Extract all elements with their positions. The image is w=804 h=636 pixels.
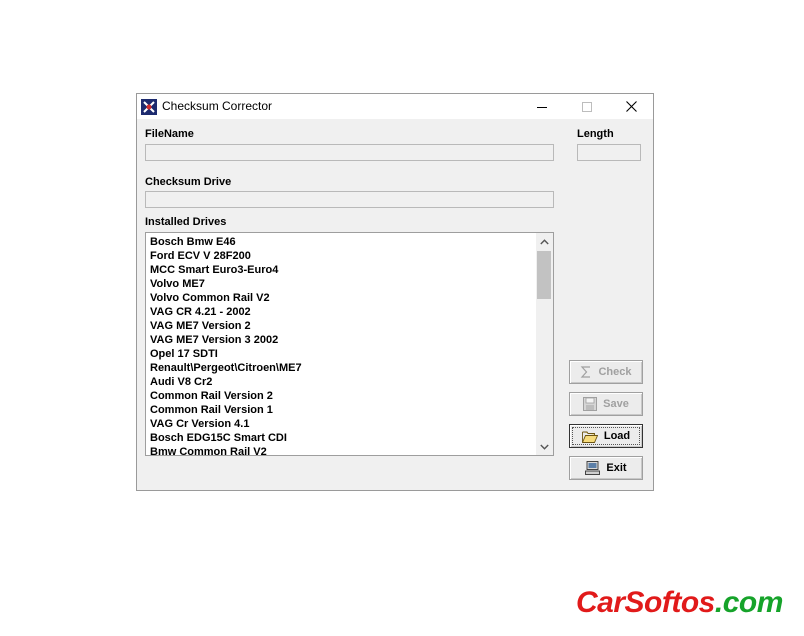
list-item[interactable]: VAG Cr Version 4.1 xyxy=(150,417,537,431)
minimize-icon xyxy=(536,106,547,108)
list-item[interactable]: VAG ME7 Version 2 xyxy=(150,319,537,333)
drive-list-items: Bosch Bmw E46 Ford ECV V 28F200 MCC Smart … xyxy=(146,233,537,455)
check-button[interactable]: Check xyxy=(569,360,643,384)
list-item[interactable]: Bosch EDG15C Smart CDI xyxy=(150,431,537,445)
floppy-disk-icon xyxy=(583,397,598,411)
checksum-drive-label: Checksum Drive xyxy=(145,176,232,188)
load-button-label: Load xyxy=(603,430,631,442)
app-icon xyxy=(141,99,157,115)
list-item[interactable]: Bmw Common Rail V2 xyxy=(150,445,537,455)
scroll-down-button[interactable] xyxy=(536,438,553,455)
list-item[interactable]: Ford ECV V 28F200 xyxy=(150,249,537,263)
list-item[interactable]: Common Rail Version 1 xyxy=(150,403,537,417)
chevron-down-icon xyxy=(540,444,549,450)
checksum-corrector-window: Checksum Corrector FileName Length Check… xyxy=(136,93,654,491)
list-item[interactable]: Audi V8 Cr2 xyxy=(150,375,537,389)
window-title: Checksum Corrector xyxy=(162,99,273,113)
length-field[interactable] xyxy=(577,144,641,161)
computer-icon xyxy=(585,461,601,475)
save-button-label: Save xyxy=(603,398,629,410)
list-item[interactable]: Volvo Common Rail V2 xyxy=(150,291,537,305)
open-folder-icon xyxy=(581,430,598,443)
save-button[interactable]: Save xyxy=(569,392,643,416)
checksum-drive-field[interactable] xyxy=(145,191,554,208)
minimize-button[interactable] xyxy=(519,94,564,119)
watermark-tld-text: .com xyxy=(714,586,784,619)
list-item[interactable]: VAG CR 4.21 - 2002 xyxy=(150,305,537,319)
filename-field[interactable] xyxy=(145,144,554,161)
chevron-up-icon xyxy=(540,238,549,244)
watermark-logo: CarSoftos.com xyxy=(576,586,783,620)
title-bar[interactable]: Checksum Corrector xyxy=(137,94,653,119)
scroll-thumb[interactable] xyxy=(537,251,551,299)
list-item[interactable]: Renault\Pergeot\Citroen\ME7 xyxy=(150,361,537,375)
list-item[interactable]: Opel 17 SDTI xyxy=(150,347,537,361)
close-icon xyxy=(626,101,637,112)
exit-button-label: Exit xyxy=(606,462,627,474)
list-item[interactable]: Volvo ME7 xyxy=(150,277,537,291)
close-button[interactable] xyxy=(609,94,654,119)
list-item[interactable]: VAG ME7 Version 3 2002 xyxy=(150,333,537,347)
vertical-scrollbar[interactable] xyxy=(536,233,553,455)
watermark-main-text: CarSoftos xyxy=(576,586,715,619)
scroll-up-button[interactable] xyxy=(536,233,553,250)
list-item[interactable]: Bosch Bmw E46 xyxy=(150,235,537,249)
load-button[interactable]: Load xyxy=(569,424,643,448)
installed-drives-list[interactable]: Bosch Bmw E46 Ford ECV V 28F200 MCC Smart … xyxy=(145,232,554,456)
sigma-icon xyxy=(580,366,592,378)
list-item[interactable]: MCC Smart Euro3-Euro4 xyxy=(150,263,537,277)
filename-label: FileName xyxy=(145,128,194,140)
maximize-icon xyxy=(581,101,592,112)
maximize-button[interactable] xyxy=(564,94,609,119)
length-label: Length xyxy=(577,128,614,140)
list-item[interactable]: Common Rail Version 2 xyxy=(150,389,537,403)
check-button-label: Check xyxy=(598,366,632,378)
installed-drives-label: Installed Drives xyxy=(145,216,227,228)
exit-button[interactable]: Exit xyxy=(569,456,643,480)
